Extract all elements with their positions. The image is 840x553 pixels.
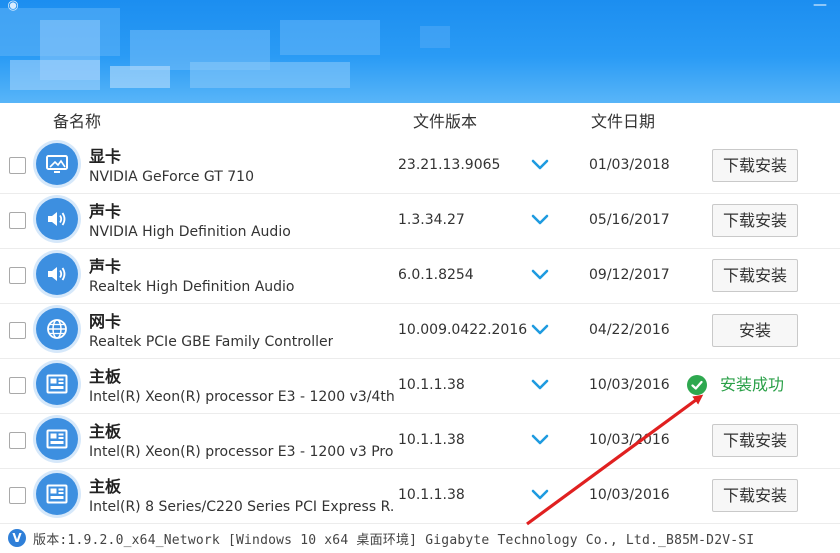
driver-date: 10/03/2016 [589, 377, 670, 393]
app-logo-icon: ◉ [7, 0, 19, 13]
motherboard-icon [36, 418, 78, 460]
minimize-button[interactable]: — [810, 0, 830, 14]
driver-date: 05/16/2017 [589, 212, 670, 228]
download-install-button[interactable]: 下载安装 [712, 479, 798, 512]
device-description: Intel(R) Xeon(R) processor E3 - 1200 v3/… [89, 389, 394, 405]
row-checkbox[interactable] [9, 157, 26, 174]
check-circle-icon [687, 375, 707, 395]
mosaic-block [10, 60, 100, 90]
driver-row: 网卡 Realtek PCIe GBE Family Controller 10… [0, 304, 840, 359]
download-install-button[interactable]: 下载安装 [712, 149, 798, 182]
driver-row: 主板 Intel(R) Xeon(R) processor E3 - 1200 … [0, 414, 840, 469]
version-dropdown-chevron-icon[interactable] [531, 212, 549, 226]
row-checkbox[interactable] [9, 377, 26, 394]
install-status-label: 安装成功 [720, 375, 785, 394]
driver-date: 10/03/2016 [589, 432, 670, 448]
device-description: NVIDIA GeForce GT 710 [89, 169, 254, 185]
driver-version: 23.21.13.9065 [398, 157, 501, 173]
driver-date: 09/12/2017 [589, 267, 670, 283]
globe-icon [36, 308, 78, 350]
version-dropdown-chevron-icon[interactable] [531, 377, 549, 391]
status-bar: V 版本:1.9.2.0_x64_Network [Windows 10 x64… [0, 524, 840, 553]
version-dropdown-chevron-icon[interactable] [531, 487, 549, 501]
motherboard-icon [36, 363, 78, 405]
device-description: Intel(R) Xeon(R) processor E3 - 1200 v3 … [89, 444, 394, 460]
row-checkbox[interactable] [9, 267, 26, 284]
driver-row: 声卡 Realtek High Definition Audio 6.0.1.8… [0, 249, 840, 304]
driver-row: 声卡 NVIDIA High Definition Audio 1.3.34.2… [0, 194, 840, 249]
driver-version: 10.1.1.38 [398, 377, 465, 393]
driver-row: 显卡 NVIDIA GeForce GT 710 23.21.13.9065 0… [0, 139, 840, 194]
driver-version: 6.0.1.8254 [398, 267, 474, 283]
row-checkbox[interactable] [9, 487, 26, 504]
version-dropdown-chevron-icon[interactable] [531, 267, 549, 281]
driver-date: 01/03/2018 [589, 157, 670, 173]
driver-version: 10.1.1.38 [398, 432, 465, 448]
blurred-header-banner: ◉ — [0, 0, 840, 103]
device-description: Realtek High Definition Audio [89, 279, 295, 295]
version-dropdown-chevron-icon[interactable] [531, 432, 549, 446]
row-checkbox[interactable] [9, 432, 26, 449]
driver-list: 显卡 NVIDIA GeForce GT 710 23.21.13.9065 0… [0, 139, 840, 524]
display-icon [36, 143, 78, 185]
app-version-icon: V [8, 529, 26, 547]
driver-version: 10.009.0422.2016 [398, 322, 528, 338]
column-header-version: 文件版本 [413, 112, 478, 131]
mosaic-block [190, 62, 350, 88]
device-category: 声卡 [89, 202, 122, 221]
device-description: NVIDIA High Definition Audio [89, 224, 291, 240]
mosaic-block [420, 26, 450, 48]
motherboard-icon [36, 473, 78, 515]
column-header-date: 文件日期 [591, 112, 656, 131]
driver-row: 主板 Intel(R) 8 Series/C220 Series PCI Exp… [0, 469, 840, 524]
device-category: 主板 [89, 477, 122, 496]
driver-version: 1.3.34.27 [398, 212, 465, 228]
driver-row: 主板 Intel(R) Xeon(R) processor E3 - 1200 … [0, 359, 840, 414]
speaker-icon [36, 198, 78, 240]
version-info-text: 版本:1.9.2.0_x64_Network [Windows 10 x64 桌… [33, 533, 755, 548]
device-category: 主板 [89, 422, 122, 441]
device-category: 主板 [89, 367, 122, 386]
install-button[interactable]: 安装 [712, 314, 798, 347]
mosaic-block [110, 66, 170, 88]
row-checkbox[interactable] [9, 322, 26, 339]
row-checkbox[interactable] [9, 212, 26, 229]
speaker-icon [36, 253, 78, 295]
driver-date: 04/22/2016 [589, 322, 670, 338]
download-install-button[interactable]: 下载安装 [712, 259, 798, 292]
version-dropdown-chevron-icon[interactable] [531, 322, 549, 336]
device-category: 网卡 [89, 312, 122, 331]
driver-date: 10/03/2016 [589, 487, 670, 503]
device-description: Realtek PCIe GBE Family Controller [89, 334, 334, 350]
device-category: 声卡 [89, 257, 122, 276]
device-description: Intel(R) 8 Series/C220 Series PCI Expres… [89, 499, 394, 515]
device-category: 显卡 [89, 147, 122, 166]
download-install-button[interactable]: 下载安装 [712, 204, 798, 237]
column-header-device: 备名称 [53, 112, 102, 131]
mosaic-block [280, 20, 380, 55]
driver-version: 10.1.1.38 [398, 487, 465, 503]
download-install-button[interactable]: 下载安装 [712, 424, 798, 457]
version-dropdown-chevron-icon[interactable] [531, 157, 549, 171]
